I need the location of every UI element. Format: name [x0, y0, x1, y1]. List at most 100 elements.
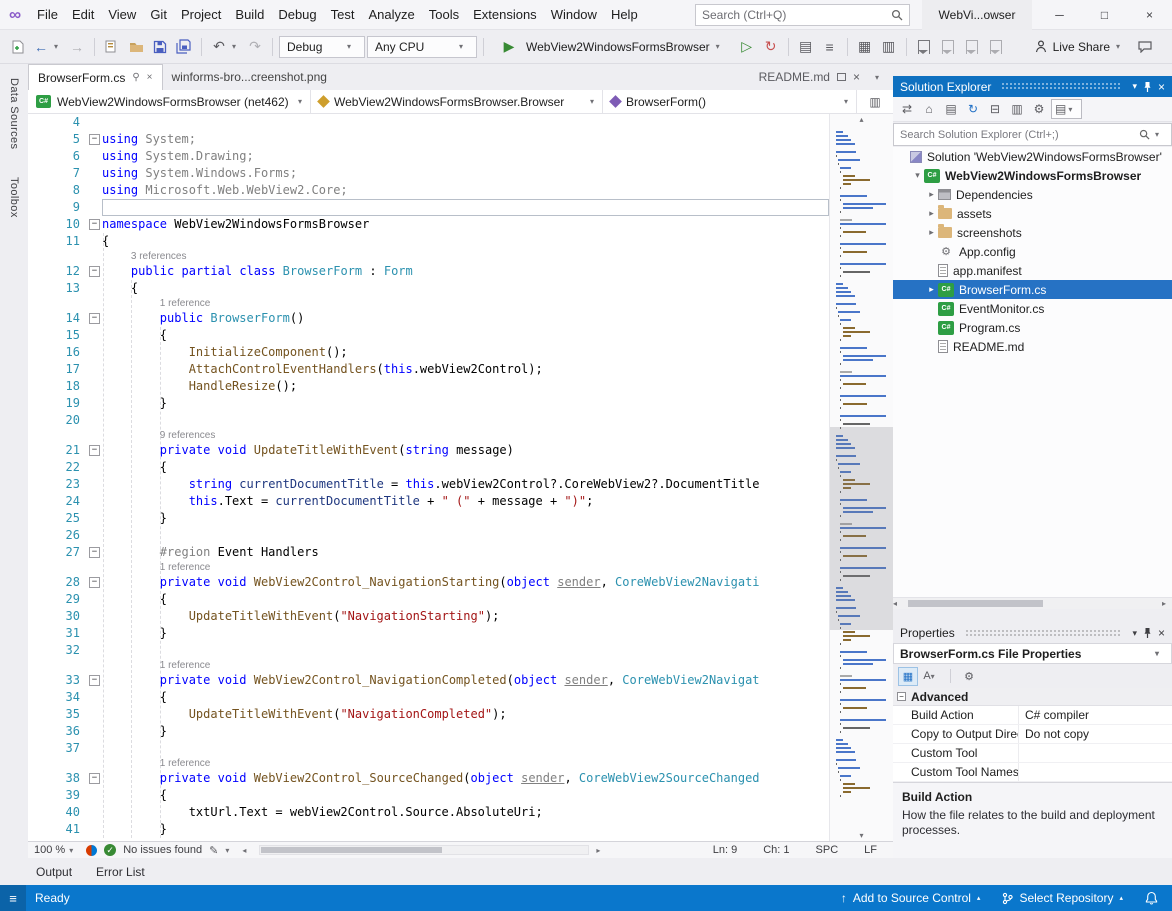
menu-window[interactable]: Window [544, 0, 604, 29]
code-text[interactable]: private void UpdateTitleWithEvent(string… [102, 442, 829, 459]
tool-tab-data-sources[interactable]: Data Sources [8, 78, 20, 149]
menu-tools[interactable]: Tools [422, 0, 466, 29]
property-value[interactable]: C# compiler [1019, 706, 1172, 724]
breakpoint-margin[interactable] [28, 642, 38, 659]
code-text[interactable]: private void WebView2Control_NavigationC… [102, 672, 829, 689]
code-text[interactable]: { [102, 280, 829, 297]
scroll-down-icon[interactable]: ▾ [830, 831, 893, 840]
save-icon[interactable] [149, 35, 171, 59]
property-pages-icon[interactable]: ⚙ [959, 667, 979, 686]
new-project-icon[interactable] [101, 35, 123, 59]
tree-item-dependencies[interactable]: ▸Dependencies [893, 185, 1172, 204]
breakpoint-margin[interactable] [28, 459, 38, 476]
categorized-view-icon[interactable]: ▦ [898, 667, 918, 686]
switch-between-views-icon[interactable]: ⇄ [897, 99, 917, 119]
tree-item-browserform-cs[interactable]: ▸C#BrowserForm.cs [893, 280, 1172, 299]
collapse-group-icon[interactable]: − [897, 692, 906, 701]
code-text[interactable]: { [102, 591, 829, 608]
property-row-custom-tool-namespace[interactable]: Custom Tool Namespace [893, 763, 1172, 782]
code-text[interactable]: UpdateTitleWithEvent("NavigationComplete… [102, 706, 829, 723]
code-text[interactable]: { [102, 787, 829, 804]
menu-analyze[interactable]: Analyze [361, 0, 421, 29]
add-item-icon[interactable] [6, 35, 28, 59]
breakpoint-margin[interactable] [28, 182, 38, 199]
collapse-region-icon[interactable]: − [88, 574, 102, 591]
tree-item-app-manifest[interactable]: app.manifest [893, 261, 1172, 280]
code-text[interactable]: } [102, 723, 829, 740]
breakpoint-margin[interactable] [28, 544, 38, 561]
notifications-bell-icon[interactable] [1134, 885, 1172, 911]
scroll-right-icon[interactable]: ▸ [596, 846, 606, 855]
code-text[interactable]: { [102, 327, 829, 344]
code-health-icon[interactable] [86, 845, 97, 856]
breakpoint-margin[interactable] [28, 625, 38, 642]
feedback-icon[interactable] [1134, 35, 1156, 59]
tab-readme-md[interactable]: README.md [759, 70, 830, 84]
breakpoint-margin[interactable] [28, 148, 38, 165]
window-position-icon[interactable]: ▾ [1132, 81, 1137, 92]
alphabetical-sort-icon[interactable]: A▾ [922, 667, 942, 686]
close-icon[interactable]: × [1158, 80, 1165, 94]
code-text[interactable]: private void WebView2Control_NavigationS… [102, 574, 829, 591]
property-row-build-action[interactable]: Build ActionC# compiler [893, 706, 1172, 725]
code-editor[interactable]: 45−using System;6using System.Drawing;7u… [28, 114, 893, 841]
bookmark-toggle-icon[interactable] [913, 35, 935, 59]
scroll-right-icon[interactable]: ▸ [1162, 599, 1172, 608]
codelens-references[interactable]: 1 reference [28, 561, 829, 574]
breakpoint-margin[interactable] [28, 510, 38, 527]
code-text[interactable] [102, 527, 829, 544]
breakpoint-margin[interactable] [28, 216, 38, 233]
code-text[interactable]: string currentDocumentTitle = this.webVi… [102, 476, 829, 493]
collapse-region-icon[interactable]: − [88, 442, 102, 459]
menu-view[interactable]: View [101, 0, 143, 29]
breakpoint-margin[interactable] [28, 493, 38, 510]
breakpoint-margin[interactable] [28, 821, 38, 838]
collapse-all-icon[interactable]: ⊟ [985, 99, 1005, 119]
show-all-files-icon[interactable]: ▥ [1007, 99, 1027, 119]
code-text[interactable]: using System.Drawing; [102, 148, 829, 165]
suggestion-mode-icon[interactable]: ✎ [209, 844, 218, 857]
breakpoint-margin[interactable] [28, 787, 38, 804]
quick-search-input[interactable]: Search (Ctrl+Q) [695, 4, 910, 26]
code-text[interactable]: using System.Windows.Forms; [102, 165, 829, 182]
chevron-down-icon[interactable]: ▾ [225, 846, 235, 855]
tree-item-app-config[interactable]: ⚙App.config [893, 242, 1172, 261]
breakpoint-margin[interactable] [28, 165, 38, 182]
code-text[interactable] [102, 199, 829, 216]
menu-debug[interactable]: Debug [271, 0, 323, 29]
open-folder-icon[interactable] [125, 35, 147, 59]
collapse-region-icon[interactable]: − [88, 672, 102, 689]
breakpoint-margin[interactable] [28, 706, 38, 723]
comment-icon[interactable]: ▥ [878, 35, 900, 59]
start-without-debugging-icon[interactable]: ▷ [736, 35, 758, 59]
breakpoint-margin[interactable] [28, 327, 38, 344]
menu-build[interactable]: Build [228, 0, 271, 29]
code-text[interactable]: txtUrl.Text = webView2Control.Source.Abs… [102, 804, 829, 821]
scroll-up-icon[interactable]: ▴ [830, 115, 893, 124]
save-all-icon[interactable] [173, 35, 195, 59]
breakpoint-margin[interactable] [28, 233, 38, 250]
breakpoint-margin[interactable] [28, 476, 38, 493]
hot-reload-icon[interactable]: ↻ [760, 35, 782, 59]
maximize-button[interactable]: □ [1082, 0, 1127, 30]
collapse-region-icon[interactable]: − [88, 263, 102, 280]
property-row-copy-to-output-directory[interactable]: Copy to Output DirectoryDo not copy [893, 725, 1172, 744]
tree-item-webview2windowsformsbrowser[interactable]: ▾C#WebView2WindowsFormsBrowser [893, 166, 1172, 185]
redo-icon[interactable]: ↷ [244, 35, 266, 59]
tab-browserform-cs[interactable]: BrowserForm.cs ⚲ × [28, 64, 163, 90]
split-window-icon[interactable]: ▥ [857, 90, 893, 113]
bookmark-prev-icon[interactable] [937, 35, 959, 59]
menu-file[interactable]: File [30, 0, 65, 29]
pending-changes-filter-icon[interactable]: ▤ [941, 99, 961, 119]
collapsed-arrow-icon[interactable]: ▸ [925, 227, 938, 238]
close-icon[interactable]: × [1158, 626, 1165, 640]
tool-tab-error-list[interactable]: Error List [86, 859, 155, 885]
breakpoint-margin[interactable] [28, 740, 38, 757]
window-position-icon[interactable]: ▾ [1132, 628, 1137, 639]
bookmark-clear-icon[interactable] [985, 35, 1007, 59]
scrollbar-thumb[interactable] [261, 847, 441, 853]
menu-extensions[interactable]: Extensions [466, 0, 544, 29]
breakpoint-margin[interactable] [28, 378, 38, 395]
property-value[interactable]: Do not copy [1019, 725, 1172, 743]
tool-tab-toolbox[interactable]: Toolbox [8, 177, 20, 218]
